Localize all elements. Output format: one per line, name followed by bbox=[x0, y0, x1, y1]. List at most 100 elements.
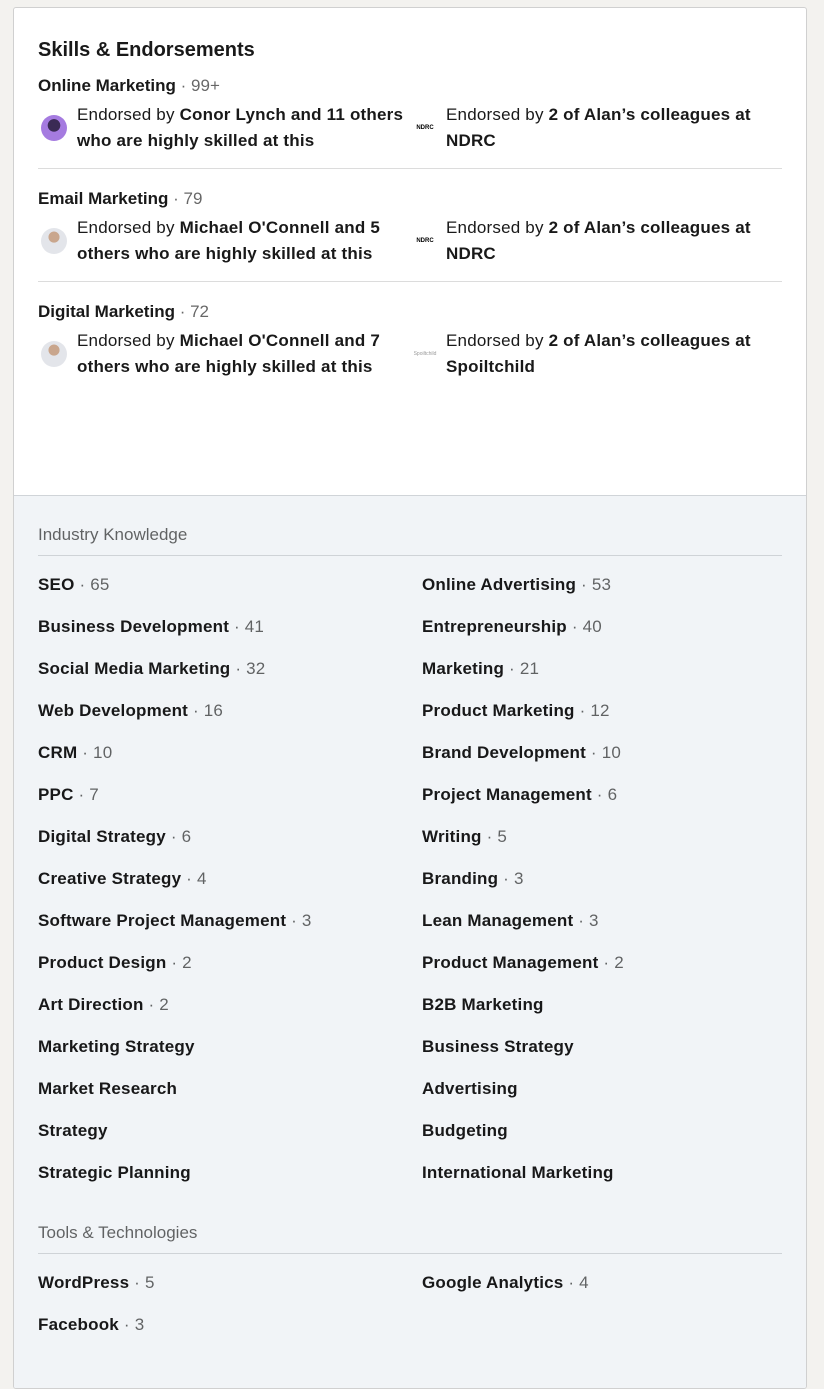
skill-name[interactable]: Lean Management bbox=[422, 911, 573, 930]
skill-name[interactable]: Online Marketing bbox=[38, 76, 176, 95]
endorser-highlight[interactable]: Endorsed by Michael O'Connell and 7 othe… bbox=[38, 328, 410, 380]
skill-name[interactable]: Digital Marketing bbox=[38, 302, 175, 321]
endorsement-count[interactable]: 3 bbox=[135, 1315, 145, 1334]
skill-name[interactable]: Project Management bbox=[422, 785, 592, 804]
skill-name[interactable]: Software Project Management bbox=[38, 911, 286, 930]
skill-name[interactable]: Online Advertising bbox=[422, 575, 576, 594]
skill-item[interactable]: Business Strategy bbox=[422, 1026, 782, 1068]
endorsement-count[interactable]: 3 bbox=[302, 911, 312, 930]
skill-name[interactable]: International Marketing bbox=[422, 1163, 614, 1182]
skill-name[interactable]: SEO bbox=[38, 575, 75, 594]
skill-heading[interactable]: Email Marketing · 79 bbox=[38, 169, 782, 209]
skill-item[interactable]: CRM · 10 bbox=[38, 732, 422, 774]
skill-item[interactable]: Google Analytics · 4 bbox=[422, 1262, 782, 1304]
skill-item[interactable]: Software Project Management · 3 bbox=[38, 900, 422, 942]
endorsement-count[interactable]: 53 bbox=[592, 575, 611, 594]
endorsement-count[interactable]: 99+ bbox=[191, 76, 220, 95]
endorsement-count[interactable]: 3 bbox=[514, 869, 524, 888]
endorsement-count[interactable]: 16 bbox=[204, 701, 223, 720]
endorsement-count[interactable]: 5 bbox=[497, 827, 507, 846]
endorsement-count[interactable]: 6 bbox=[182, 827, 192, 846]
skill-name[interactable]: Digital Strategy bbox=[38, 827, 166, 846]
skill-name[interactable]: Marketing bbox=[422, 659, 504, 678]
skill-item[interactable]: Entrepreneurship · 40 bbox=[422, 606, 782, 648]
skill-name[interactable]: Market Research bbox=[38, 1079, 177, 1098]
endorsement-count[interactable]: 2 bbox=[182, 953, 192, 972]
skill-item[interactable]: WordPress · 5 bbox=[38, 1262, 422, 1304]
colleague-highlight[interactable]: Spoiltchild Endorsed by 2 of Alan’s colle… bbox=[410, 328, 782, 380]
skill-name[interactable]: Strategic Planning bbox=[38, 1163, 191, 1182]
skill-item[interactable]: Social Media Marketing · 32 bbox=[38, 648, 422, 690]
skill-item[interactable]: Branding · 3 bbox=[422, 858, 782, 900]
skill-item[interactable]: Creative Strategy · 4 bbox=[38, 858, 422, 900]
endorsement-count[interactable]: 12 bbox=[590, 701, 609, 720]
endorser-highlight[interactable]: Endorsed by Conor Lynch and 11 others wh… bbox=[38, 102, 410, 154]
skill-item[interactable]: Marketing · 21 bbox=[422, 648, 782, 690]
skill-item[interactable]: Brand Development · 10 bbox=[422, 732, 782, 774]
skill-name[interactable]: Product Management bbox=[422, 953, 598, 972]
skill-name[interactable]: Social Media Marketing bbox=[38, 659, 230, 678]
skill-name[interactable]: Marketing Strategy bbox=[38, 1037, 195, 1056]
skill-name[interactable]: Art Direction bbox=[38, 995, 144, 1014]
endorsement-count[interactable]: 40 bbox=[583, 617, 602, 636]
skill-item[interactable]: Marketing Strategy bbox=[38, 1026, 422, 1068]
skill-item[interactable]: Digital Strategy · 6 bbox=[38, 816, 422, 858]
skill-name[interactable]: Business Strategy bbox=[422, 1037, 574, 1056]
skill-name[interactable]: Facebook bbox=[38, 1315, 119, 1334]
skill-item[interactable]: Budgeting bbox=[422, 1110, 782, 1152]
skill-item[interactable]: PPC · 7 bbox=[38, 774, 422, 816]
skill-item[interactable]: Advertising bbox=[422, 1068, 782, 1110]
endorsement-count[interactable]: 72 bbox=[190, 302, 209, 321]
skill-name[interactable]: Entrepreneurship bbox=[422, 617, 567, 636]
endorsement-count[interactable]: 32 bbox=[246, 659, 265, 678]
skill-item[interactable]: Project Management · 6 bbox=[422, 774, 782, 816]
avatar-michael-oconnell[interactable] bbox=[41, 228, 67, 254]
skill-name[interactable]: B2B Marketing bbox=[422, 995, 544, 1014]
skill-heading[interactable]: Online Marketing · 99+ bbox=[38, 62, 782, 96]
endorsement-count[interactable]: 41 bbox=[245, 617, 264, 636]
skill-name[interactable]: WordPress bbox=[38, 1273, 129, 1292]
skill-name[interactable]: CRM bbox=[38, 743, 77, 762]
endorsement-count[interactable]: 6 bbox=[608, 785, 618, 804]
skill-item[interactable]: Facebook · 3 bbox=[38, 1304, 422, 1346]
skill-item[interactable]: Product Design · 2 bbox=[38, 942, 422, 984]
skill-name[interactable]: Writing bbox=[422, 827, 482, 846]
avatar-conor-lynch[interactable] bbox=[41, 115, 67, 141]
endorsement-count[interactable]: 5 bbox=[145, 1273, 155, 1292]
endorsement-count[interactable]: 10 bbox=[93, 743, 112, 762]
skill-item[interactable]: SEO · 65 bbox=[38, 564, 422, 606]
skill-item[interactable]: Market Research bbox=[38, 1068, 422, 1110]
skill-name[interactable]: Budgeting bbox=[422, 1121, 508, 1140]
skill-item[interactable]: Product Management · 2 bbox=[422, 942, 782, 984]
endorser-highlight[interactable]: Endorsed by Michael O'Connell and 5 othe… bbox=[38, 215, 410, 267]
skill-item[interactable]: Business Development · 41 bbox=[38, 606, 422, 648]
skill-item[interactable]: Writing · 5 bbox=[422, 816, 782, 858]
skill-item[interactable]: Product Marketing · 12 bbox=[422, 690, 782, 732]
skill-name[interactable]: Product Marketing bbox=[422, 701, 575, 720]
skill-item[interactable]: Online Advertising · 53 bbox=[422, 564, 782, 606]
colleague-highlight[interactable]: NDRC Endorsed by 2 of Alan’s colleagues a… bbox=[410, 102, 782, 154]
colleague-highlight[interactable]: NDRC Endorsed by 2 of Alan’s colleagues a… bbox=[410, 215, 782, 267]
endorsement-count[interactable]: 2 bbox=[159, 995, 169, 1014]
skill-name[interactable]: Creative Strategy bbox=[38, 869, 181, 888]
skill-item[interactable]: Strategy bbox=[38, 1110, 422, 1152]
endorsement-count[interactable]: 3 bbox=[589, 911, 599, 930]
avatar-michael-oconnell[interactable] bbox=[41, 341, 67, 367]
endorsement-count[interactable]: 4 bbox=[197, 869, 207, 888]
skill-item[interactable]: International Marketing bbox=[422, 1152, 782, 1194]
skill-name[interactable]: Strategy bbox=[38, 1121, 108, 1140]
endorsement-count[interactable]: 10 bbox=[602, 743, 621, 762]
skill-name[interactable]: Branding bbox=[422, 869, 498, 888]
endorsement-count[interactable]: 21 bbox=[520, 659, 539, 678]
skill-item[interactable]: Web Development · 16 bbox=[38, 690, 422, 732]
skill-name[interactable]: Google Analytics bbox=[422, 1273, 563, 1292]
skill-name[interactable]: Business Development bbox=[38, 617, 229, 636]
endorsement-count[interactable]: 7 bbox=[89, 785, 99, 804]
skill-item[interactable]: Art Direction · 2 bbox=[38, 984, 422, 1026]
skill-item[interactable]: B2B Marketing bbox=[422, 984, 782, 1026]
skill-name[interactable]: PPC bbox=[38, 785, 74, 804]
endorsement-count[interactable]: 4 bbox=[579, 1273, 589, 1292]
endorsement-count[interactable]: 2 bbox=[614, 953, 624, 972]
endorsement-count[interactable]: 65 bbox=[90, 575, 109, 594]
skill-name[interactable]: Product Design bbox=[38, 953, 166, 972]
